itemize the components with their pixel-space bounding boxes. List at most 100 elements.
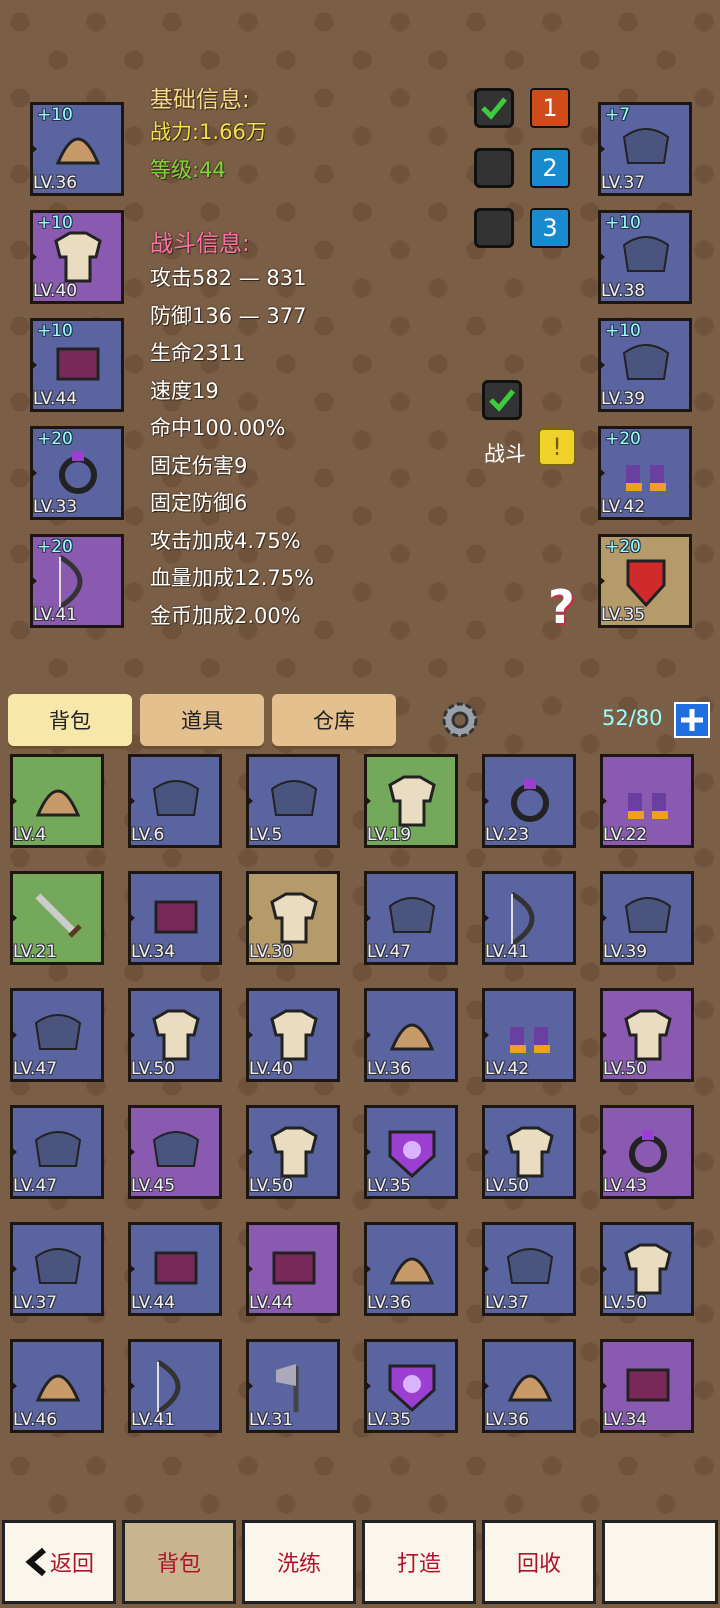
preset-number-button[interactable]: 3	[530, 208, 570, 248]
battle-checkbox[interactable]	[482, 380, 522, 420]
slot-notch	[482, 1029, 489, 1041]
slot-notch	[246, 1263, 253, 1275]
preset-checkbox[interactable]	[474, 208, 514, 248]
inventory-item[interactable]: LV.36	[364, 988, 458, 1082]
battle-stat: 血量加成12.75%	[150, 566, 315, 590]
inventory-item[interactable]: LV.47	[10, 1105, 104, 1199]
expand-bag-plus-icon[interactable]	[674, 702, 710, 738]
slot-notch	[30, 467, 37, 479]
inventory-item[interactable]: LV.31	[246, 1339, 340, 1433]
inventory-item[interactable]: LV.50	[600, 1222, 694, 1316]
green-armor-icon	[388, 775, 436, 827]
inventory-item[interactable]: LV.41	[128, 1339, 222, 1433]
inventory-item[interactable]: LV.23	[482, 754, 576, 848]
inventory-item[interactable]: LV.40	[246, 988, 340, 1082]
inventory-item[interactable]: LV.47	[364, 871, 458, 965]
item-level: LV.35	[601, 605, 646, 625]
nav-recycle[interactable]: 回收	[482, 1520, 596, 1604]
inventory-item[interactable]: LV.50	[128, 988, 222, 1082]
equipped-slot-right[interactable]: +20 LV.35	[598, 534, 692, 628]
preset-checkbox[interactable]	[474, 88, 514, 128]
equipped-slot-right[interactable]: +10 LV.38	[598, 210, 692, 304]
inventory-item[interactable]: LV.45	[128, 1105, 222, 1199]
back-button[interactable]: 返回	[2, 1520, 116, 1604]
inventory-item[interactable]: LV.5	[246, 754, 340, 848]
slot-notch	[598, 359, 605, 371]
inventory-item[interactable]: LV.37	[482, 1222, 576, 1316]
slot-notch	[128, 1380, 135, 1392]
item-level: LV.35	[367, 1410, 412, 1430]
backpack-icon	[624, 897, 672, 933]
bag-capacity: 52/80	[602, 706, 663, 730]
inventory-item[interactable]: LV.44	[128, 1222, 222, 1316]
shirt-icon	[388, 897, 436, 933]
help-button[interactable]: ?	[548, 580, 575, 634]
slot-notch	[482, 1146, 489, 1158]
inventory-item[interactable]: LV.46	[10, 1339, 104, 1433]
back-label: 返回	[49, 1552, 94, 1577]
inventory-item[interactable]: LV.42	[482, 988, 576, 1082]
tab-warehouse[interactable]: 仓库	[272, 694, 396, 746]
ring-icon	[59, 451, 97, 494]
tab-items[interactable]: 道具	[140, 694, 264, 746]
antler-helmet-icon	[389, 1023, 435, 1051]
slot-notch	[600, 1380, 607, 1392]
nav-refine[interactable]: 洗练	[242, 1520, 356, 1604]
inventory-item[interactable]: LV.43	[600, 1105, 694, 1199]
inventory-item[interactable]: LV.39	[600, 871, 694, 965]
item-level: LV.19	[367, 825, 412, 845]
battle-stat: 金币加成2.00%	[150, 603, 301, 628]
inventory-item[interactable]: LV.50	[246, 1105, 340, 1199]
shirt-icon	[34, 1014, 82, 1050]
nav-forge[interactable]: 打造	[362, 1520, 476, 1604]
battle-info-title: 战斗信息:	[150, 231, 250, 257]
item-level: LV.37	[13, 1293, 58, 1313]
battle-label: 战斗	[484, 442, 526, 466]
inventory-item[interactable]: LV.30	[246, 871, 340, 965]
tab-bag[interactable]: 背包	[8, 694, 132, 746]
inventory-item[interactable]: LV.34	[128, 871, 222, 965]
inventory-item[interactable]: LV.44	[246, 1222, 340, 1316]
slot-notch	[10, 912, 17, 924]
item-level: LV.42	[485, 1059, 530, 1079]
settings-gear-icon[interactable]	[438, 698, 482, 746]
equipped-slot-right[interactable]: +7 LV.37	[598, 102, 692, 196]
inventory-item[interactable]: LV.4	[10, 754, 104, 848]
equipped-slot-left[interactable]: +20 LV.33	[30, 426, 124, 520]
battle-alert-button[interactable]: !	[538, 428, 576, 466]
preset-number-button[interactable]: 1	[530, 88, 570, 128]
inventory-item[interactable]: LV.22	[600, 754, 694, 848]
inventory-item[interactable]: LV.50	[482, 1105, 576, 1199]
inventory-item[interactable]: LV.35	[364, 1105, 458, 1199]
inventory-item[interactable]: LV.37	[10, 1222, 104, 1316]
inventory-item[interactable]: LV.21	[10, 871, 104, 965]
inventory-item[interactable]: LV.47	[10, 988, 104, 1082]
feather-skirt-icon	[626, 1368, 670, 1402]
slot-notch	[10, 1380, 17, 1392]
inventory-item[interactable]: LV.34	[600, 1339, 694, 1433]
equipped-slot-right[interactable]: +10 LV.39	[598, 318, 692, 412]
item-level: LV.41	[33, 605, 78, 625]
equipped-slot-left[interactable]: +10 LV.40	[30, 210, 124, 304]
skull-shield-icon	[388, 1130, 436, 1179]
shirt-icon	[506, 1248, 554, 1284]
equipped-slot-left[interactable]: +10 LV.36	[30, 102, 124, 196]
nav-bag[interactable]: 背包	[122, 1520, 236, 1604]
equipped-slot-left[interactable]: +20 LV.41	[30, 534, 124, 628]
item-level: LV.44	[131, 1293, 176, 1313]
bow-icon	[156, 1359, 181, 1415]
equipped-slot-left[interactable]: +10 LV.44	[30, 318, 124, 412]
preset-number-button[interactable]: 2	[530, 148, 570, 188]
inventory-item[interactable]: LV.36	[482, 1339, 576, 1433]
inventory-item[interactable]: LV.6	[128, 754, 222, 848]
equipped-slot-right[interactable]: +20 LV.42	[598, 426, 692, 520]
inventory-item[interactable]: LV.50	[600, 988, 694, 1082]
item-level: LV.37	[601, 173, 646, 193]
slot-notch	[598, 143, 605, 155]
inventory-item[interactable]: LV.36	[364, 1222, 458, 1316]
inventory-item[interactable]: LV.41	[482, 871, 576, 965]
battle-stat: 固定伤害9	[150, 453, 248, 478]
preset-checkbox[interactable]	[474, 148, 514, 188]
inventory-item[interactable]: LV.19	[364, 754, 458, 848]
inventory-item[interactable]: LV.35	[364, 1339, 458, 1433]
